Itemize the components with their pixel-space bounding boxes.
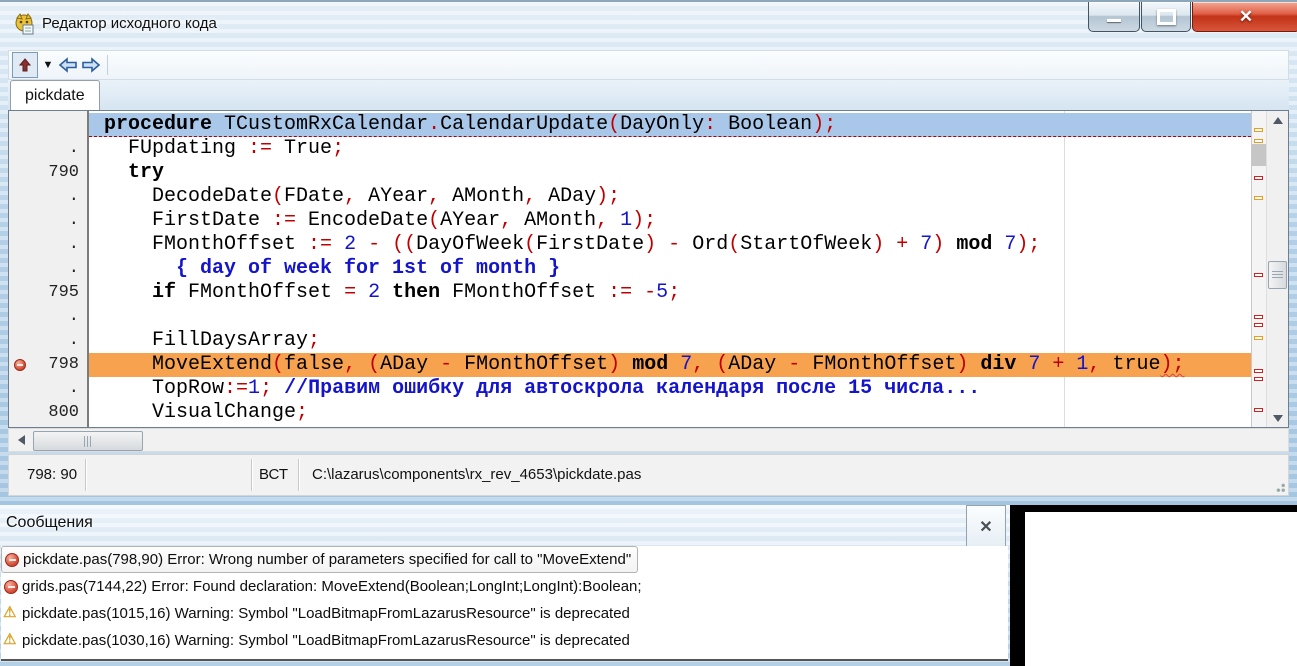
message-row[interactable]: grids.pas(7144,22) Error: Found declarat…	[1, 573, 642, 600]
close-icon: ✕	[979, 517, 992, 537]
gutter-cell[interactable]: 798	[9, 353, 87, 377]
gutter-cell[interactable]: 790	[9, 161, 87, 185]
error-icon	[4, 580, 18, 594]
insert-mode-indicator: ВСТ	[259, 466, 288, 483]
messages-close-button[interactable]: ✕	[966, 505, 1006, 548]
screen: Редактор исходного кода ✕ ▼ pickdate .79…	[0, 0, 1297, 666]
scroll-mark	[1254, 336, 1263, 340]
gutter-cell[interactable]: .	[9, 209, 87, 233]
scroll-down-button[interactable]	[1267, 409, 1288, 427]
scroll-mark	[1254, 323, 1263, 327]
status-bar: 798: 90 ВСТ C:\lazarus\components\rx_rev…	[8, 454, 1289, 496]
jump-history-dropdown-icon[interactable]: ▼	[41, 53, 55, 77]
messages-titlebar[interactable]: Сообщения ✕	[0, 505, 1010, 545]
visible-range-indicator	[1252, 144, 1266, 166]
horizontal-scrollbar-thumb[interactable]	[33, 431, 143, 451]
gutter-cell[interactable]: 795	[9, 281, 87, 305]
close-icon: ✕	[1239, 7, 1253, 27]
lazarus-icon	[13, 13, 35, 35]
gutter-cell[interactable]: .	[9, 329, 87, 353]
message-row[interactable]: pickdate.pas(1015,16) Warning: Symbol "L…	[1, 600, 630, 627]
scroll-mark	[1254, 377, 1263, 381]
scroll-mark	[1254, 369, 1263, 373]
maximize-icon	[1157, 9, 1176, 25]
code-line[interactable]: FirstDate := EncodeDate(AYear, AMonth, 1…	[89, 209, 1251, 233]
background-panel-content	[1025, 512, 1297, 666]
minimize-icon	[1107, 19, 1121, 22]
error-icon	[5, 553, 19, 567]
editor-toolbar: ▼	[8, 50, 1289, 80]
arrow-left-icon	[18, 435, 25, 445]
scroll-mark	[1254, 128, 1263, 132]
scroll-mark	[1254, 196, 1263, 200]
gutter-cell[interactable]: .	[9, 185, 87, 209]
close-button[interactable]: ✕	[1192, 2, 1297, 32]
scroll-left-button[interactable]	[11, 429, 31, 451]
editor-horizontal-scrollbar[interactable]	[8, 428, 1289, 452]
jump-up-icon[interactable]	[12, 52, 38, 78]
window-title: Редактор исходного кода	[42, 15, 217, 32]
messages-list[interactable]: pickdate.pas(798,90) Error: Wrong number…	[1, 546, 1008, 661]
code-line[interactable]: TopRow:=1; //Правим ошибку для автоскрол…	[89, 377, 1251, 401]
scroll-mark	[1254, 408, 1263, 412]
arrow-down-icon	[1273, 415, 1283, 422]
minimize-button[interactable]	[1088, 2, 1140, 32]
message-row[interactable]: pickdate.pas(1030,16) Warning: Symbol "L…	[1, 627, 630, 654]
code-line[interactable]: DecodeDate(FDate, AYear, AMonth, ADay);	[89, 185, 1251, 209]
message-row[interactable]: pickdate.pas(798,90) Error: Wrong number…	[1, 546, 638, 573]
code-line[interactable]: FillDaysArray;	[89, 329, 1251, 353]
scroll-mark	[1254, 176, 1263, 180]
code-line[interactable]: FMonthOffset := 2 - ((DayOfWeek(FirstDat…	[89, 233, 1251, 257]
code-line[interactable]: VisualChange;	[89, 401, 1251, 425]
scroll-mark	[1254, 273, 1263, 277]
scroll-mark	[1254, 139, 1263, 143]
scroll-mark-strip	[1251, 111, 1266, 427]
code-line[interactable]: MoveExtend(false, (ADay - FMonthOffset) …	[89, 353, 1251, 377]
source-editor-window: Редактор исходного кода ✕ ▼ pickdate .79…	[0, 2, 1297, 505]
tab-pickdate[interactable]: pickdate	[10, 80, 100, 110]
jump-forward-icon[interactable]	[81, 53, 101, 77]
toolbar-separator	[107, 55, 108, 75]
status-separator	[298, 459, 299, 491]
warning-icon	[4, 607, 18, 621]
gutter-cell[interactable]: .	[9, 257, 87, 281]
gutter-cell[interactable]: .	[9, 377, 87, 401]
background-panel	[1010, 505, 1297, 666]
code-line[interactable]: FUpdating := True;	[89, 137, 1251, 161]
gutter-cell[interactable]: 800	[9, 401, 87, 425]
messages-title: Сообщения	[6, 514, 93, 532]
arrow-up-icon	[1273, 117, 1283, 124]
editor-vertical-scrollbar[interactable]	[1266, 111, 1288, 427]
status-separator	[85, 459, 86, 491]
caption-buttons: ✕	[1088, 2, 1297, 32]
scroll-up-button[interactable]	[1267, 111, 1288, 129]
code-line[interactable]: try	[89, 161, 1251, 185]
gutter-cell[interactable]: .	[9, 137, 87, 161]
resize-grip[interactable]	[1273, 480, 1285, 492]
warning-icon	[4, 634, 18, 648]
gutter-cell[interactable]: .	[9, 305, 87, 329]
code-line[interactable]: procedure TCustomRxCalendar.CalendarUpda…	[89, 113, 1251, 137]
code-editor: .790....795..798.800 procedure TCustomRx…	[8, 110, 1289, 428]
code-line[interactable]	[89, 305, 1251, 329]
jump-back-icon[interactable]	[58, 53, 78, 77]
gutter-cell[interactable]	[9, 113, 87, 137]
maximize-button[interactable]	[1141, 2, 1191, 32]
tab-bar: pickdate	[8, 80, 1289, 110]
messages-window: Сообщения ✕ pickdate.pas(798,90) Error: …	[0, 505, 1010, 666]
gutter[interactable]: .790....795..798.800	[9, 111, 89, 427]
gutter-cell[interactable]: .	[9, 233, 87, 257]
code-line[interactable]: if FMonthOffset = 2 then FMonthOffset :=…	[89, 281, 1251, 305]
file-path: C:\lazarus\components\rx_rev_4653\pickda…	[312, 466, 641, 483]
thumb-grip	[84, 436, 92, 447]
vertical-scrollbar-thumb[interactable]	[1268, 261, 1287, 289]
code-line[interactable]: { day of week for 1st of month }	[89, 257, 1251, 281]
thumb-grip	[1272, 271, 1283, 279]
status-separator	[251, 459, 252, 491]
scroll-mark	[1254, 315, 1263, 319]
caret-position: 798: 90	[27, 466, 77, 483]
code-area[interactable]: procedure TCustomRxCalendar.CalendarUpda…	[89, 111, 1251, 427]
error-gutter-icon	[14, 359, 26, 371]
